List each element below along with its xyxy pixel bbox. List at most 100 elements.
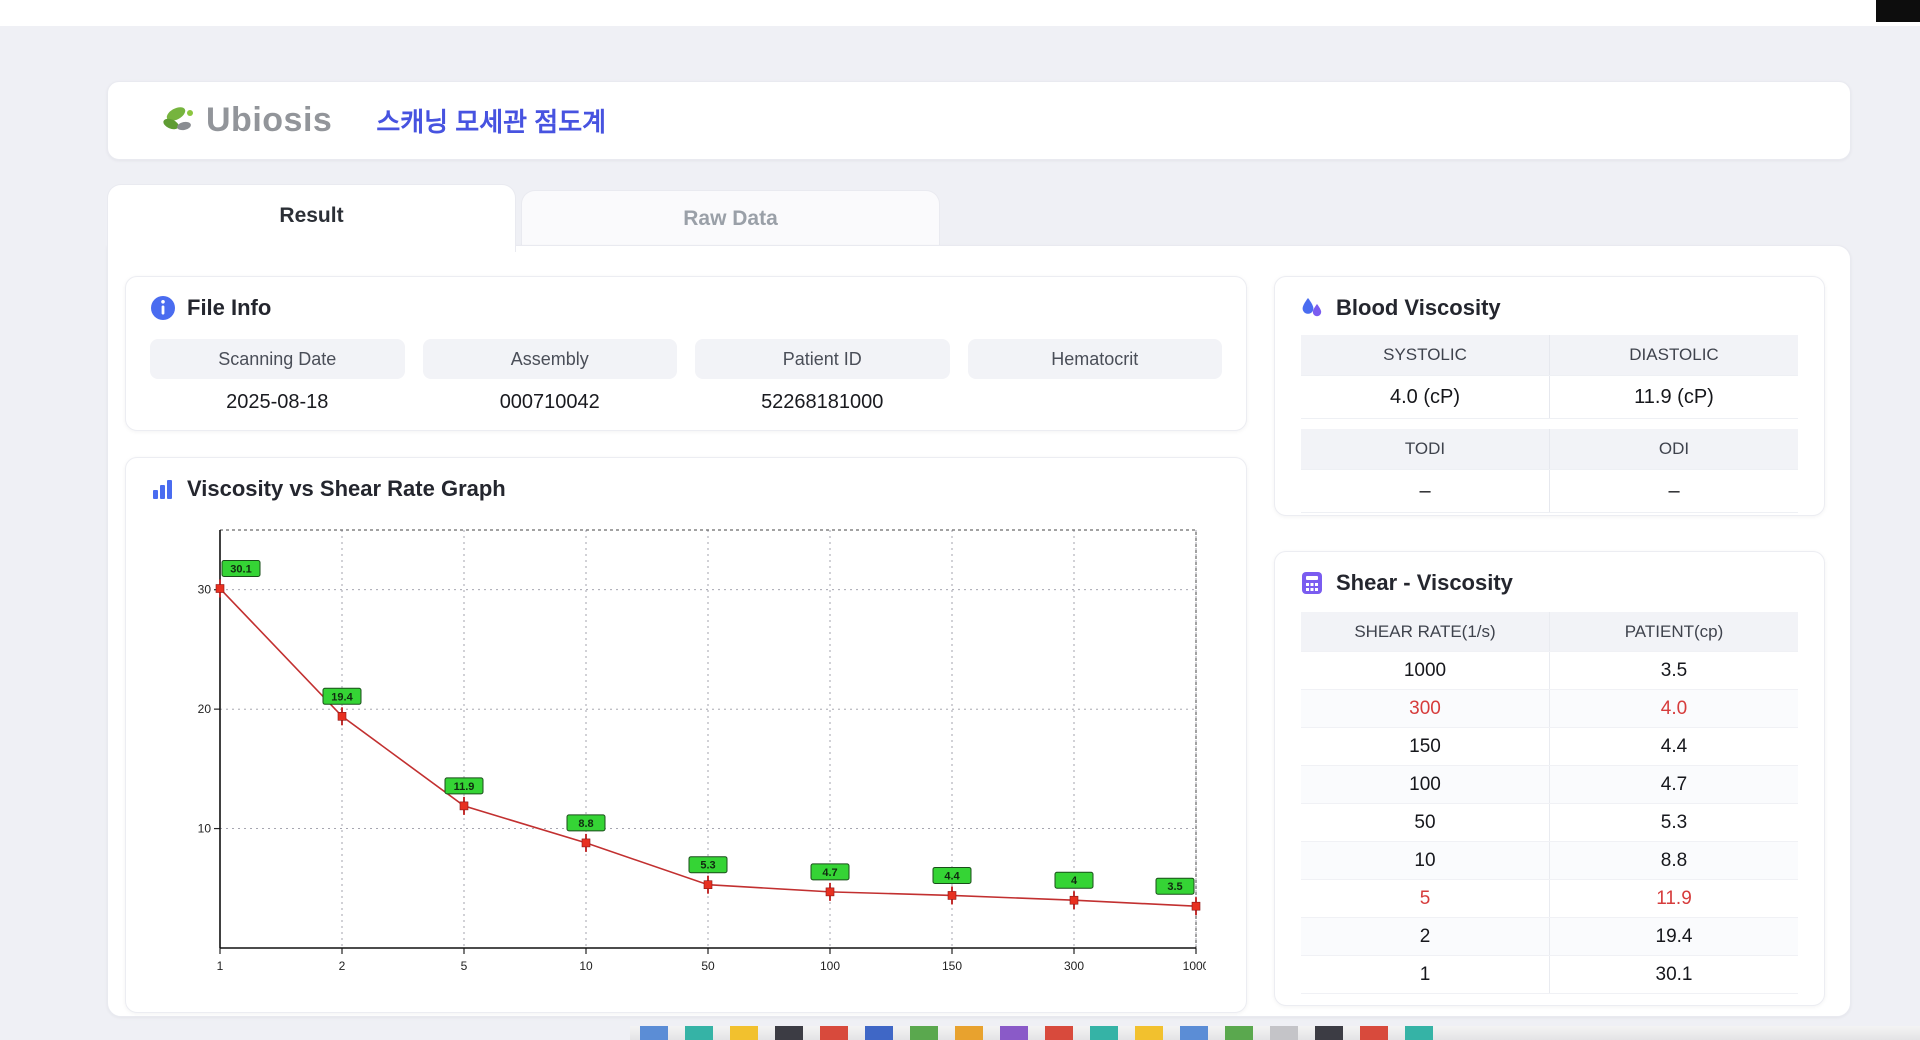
hematocrit-label: Hematocrit <box>968 339 1223 379</box>
shear-table-header: SHEAR RATE(1/s) PATIENT(cp) <box>1301 612 1798 652</box>
shear-rate-header: SHEAR RATE(1/s) <box>1301 612 1549 651</box>
ubiosis-logo: Ubiosis <box>160 101 332 140</box>
svg-text:150: 150 <box>942 959 962 973</box>
patient-id-value: 52268181000 <box>695 379 950 425</box>
shear-row: 300 4.0 <box>1301 690 1798 728</box>
svg-text:2: 2 <box>339 959 346 973</box>
blood-viscosity-panel: Blood Viscosity SYSTOLIC DIASTOLIC 4.0 (… <box>1274 276 1825 516</box>
app-header: Ubiosis 스캐닝 모세관 점도계 <box>107 81 1851 160</box>
shear-rate-cell: 1000 <box>1301 652 1549 689</box>
shear-rate-cell: 1 <box>1301 956 1549 993</box>
patient-cell: 30.1 <box>1549 956 1798 993</box>
shear-viscosity-title: Shear - Viscosity <box>1336 570 1513 596</box>
svg-text:300: 300 <box>1064 959 1084 973</box>
page-title: 스캐닝 모세관 점도계 <box>376 102 606 139</box>
svg-text:4: 4 <box>1071 875 1078 887</box>
file-info-panel: File Info Scanning Date 2025-08-18 Assem… <box>125 276 1247 431</box>
shear-rate-cell: 5 <box>1301 880 1549 917</box>
shear-row: 150 4.4 <box>1301 728 1798 766</box>
taskbar-peek[interactable] <box>630 1026 1920 1040</box>
field-patient-id: Patient ID 52268181000 <box>695 339 950 425</box>
svg-text:19.4: 19.4 <box>331 691 353 703</box>
diastolic-header: DIASTOLIC <box>1549 335 1798 375</box>
calculator-icon <box>1299 570 1325 596</box>
svg-text:3.5: 3.5 <box>1167 881 1182 893</box>
svg-text:30: 30 <box>198 583 212 597</box>
todi-odi-table: TODI ODI – – <box>1301 429 1798 513</box>
patient-cell: 5.3 <box>1549 804 1798 841</box>
shear-rate-cell: 100 <box>1301 766 1549 803</box>
patient-cell: 19.4 <box>1549 918 1798 955</box>
svg-text:1: 1 <box>217 959 224 973</box>
patient-id-label: Patient ID <box>695 339 950 379</box>
field-assembly: Assembly 000710042 <box>423 339 678 425</box>
bar-chart-icon <box>150 476 176 502</box>
shear-viscosity-panel: Shear - Viscosity SHEAR RATE(1/s) PATIEN… <box>1274 551 1825 1006</box>
shear-rate-cell: 2 <box>1301 918 1549 955</box>
shear-row: 2 19.4 <box>1301 918 1798 956</box>
patient-header: PATIENT(cp) <box>1549 612 1798 651</box>
patient-cell: 11.9 <box>1549 880 1798 917</box>
info-icon <box>150 295 176 321</box>
shear-rate-cell: 300 <box>1301 690 1549 727</box>
scanning-date-label: Scanning Date <box>150 339 405 379</box>
patient-cell: 3.5 <box>1549 652 1798 689</box>
shear-row: 5 11.9 <box>1301 880 1798 918</box>
systolic-diastolic-table: SYSTOLIC DIASTOLIC 4.0 (cP) 11.9 (cP) <box>1301 335 1798 419</box>
todi-header: TODI <box>1301 429 1549 469</box>
logo-text: Ubiosis <box>206 101 332 140</box>
app-window: Ubiosis 스캐닝 모세관 점도계 Result Raw Data File… <box>0 0 1920 1040</box>
graph-title: Viscosity vs Shear Rate Graph <box>187 476 506 502</box>
svg-text:10: 10 <box>579 959 593 973</box>
patient-cell: 4.0 <box>1549 690 1798 727</box>
viscosity-graph-panel: Viscosity vs Shear Rate Graph 1 2 5 10 50 100… <box>125 457 1247 1013</box>
file-info-fields: Scanning Date 2025-08-18 Assembly 000710… <box>150 339 1222 425</box>
svg-text:50: 50 <box>701 959 715 973</box>
svg-text:8.8: 8.8 <box>578 818 593 830</box>
svg-text:1000: 1000 <box>1183 959 1206 973</box>
shear-viscosity-table: SHEAR RATE(1/s) PATIENT(cp) 1000 3.5 300… <box>1301 612 1798 994</box>
svg-text:11.9: 11.9 <box>454 781 475 793</box>
svg-text:30.1: 30.1 <box>230 564 251 576</box>
shear-row: 1000 3.5 <box>1301 652 1798 690</box>
shear-rate-cell: 50 <box>1301 804 1549 841</box>
droplets-icon <box>1299 295 1325 321</box>
shear-rate-cell: 150 <box>1301 728 1549 765</box>
odi-header: ODI <box>1549 429 1798 469</box>
tab-raw-data[interactable]: Raw Data <box>521 190 940 246</box>
assembly-label: Assembly <box>423 339 678 379</box>
patient-cell: 4.7 <box>1549 766 1798 803</box>
svg-text:10: 10 <box>198 822 212 836</box>
svg-text:5.3: 5.3 <box>700 860 715 872</box>
top-strip <box>0 0 1920 26</box>
blood-viscosity-title: Blood Viscosity <box>1336 295 1501 321</box>
scanning-date-value: 2025-08-18 <box>150 379 405 425</box>
diastolic-value: 11.9 (cP) <box>1549 376 1798 418</box>
shear-rate-cell: 10 <box>1301 842 1549 879</box>
hematocrit-value <box>968 379 1223 425</box>
shear-row: 50 5.3 <box>1301 804 1798 842</box>
viscosity-chart: 1 2 5 10 50 100 150 300 1000 10 20 30 30.1 19.4 11.9 8.… <box>190 520 1206 990</box>
field-scanning-date: Scanning Date 2025-08-18 <box>150 339 405 425</box>
field-hematocrit: Hematocrit <box>968 339 1223 425</box>
systolic-header: SYSTOLIC <box>1301 335 1549 375</box>
assembly-value: 000710042 <box>423 379 678 425</box>
svg-text:100: 100 <box>820 959 840 973</box>
svg-text:4.7: 4.7 <box>822 867 837 879</box>
window-corner-bar <box>1876 0 1920 22</box>
svg-text:4.4: 4.4 <box>944 870 960 882</box>
svg-text:5: 5 <box>461 959 468 973</box>
systolic-value: 4.0 (cP) <box>1301 376 1549 418</box>
tab-result[interactable]: Result <box>107 184 516 252</box>
shear-row: 10 8.8 <box>1301 842 1798 880</box>
patient-cell: 8.8 <box>1549 842 1798 879</box>
patient-cell: 4.4 <box>1549 728 1798 765</box>
shear-row: 100 4.7 <box>1301 766 1798 804</box>
svg-text:20: 20 <box>198 702 212 716</box>
viscosity-chart-svg: 1 2 5 10 50 100 150 300 1000 10 20 30 30.1 19.4 11.9 8.… <box>190 520 1206 990</box>
file-info-title: File Info <box>187 295 271 321</box>
shear-row: 1 30.1 <box>1301 956 1798 994</box>
odi-value: – <box>1549 470 1798 512</box>
todi-value: – <box>1301 470 1549 512</box>
ubiosis-logo-icon <box>160 102 200 140</box>
